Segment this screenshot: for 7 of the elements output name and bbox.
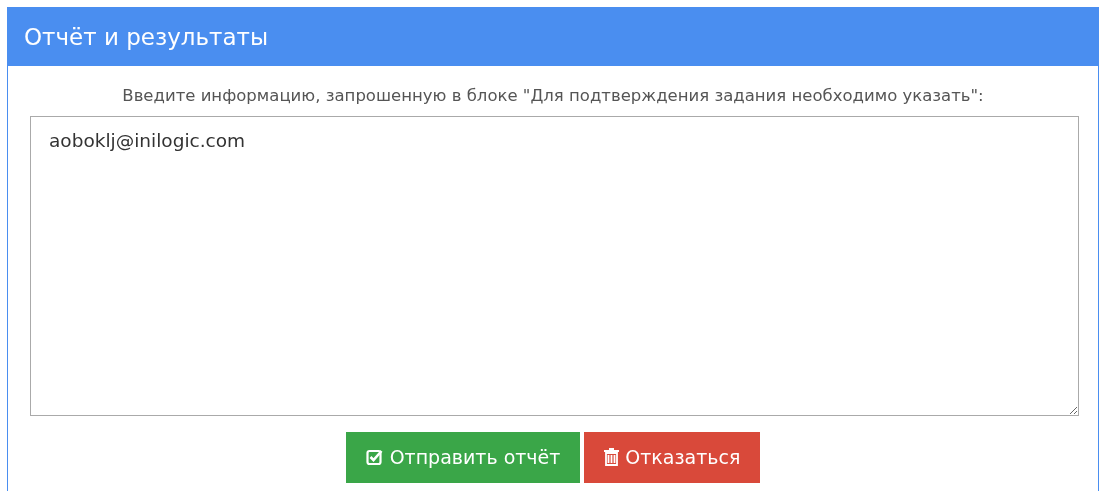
- report-field[interactable]: aoboklj@inilogic.com: [30, 115, 1079, 416]
- submit-button[interactable]: Отправить отчёт: [345, 431, 581, 483]
- trash-icon: [604, 448, 620, 467]
- refuse-button[interactable]: Отказаться: [584, 431, 761, 483]
- panel-title: Отчёт и результаты: [8, 8, 1098, 66]
- instruction-text: Введите информацию, запрошенную в блоке "Для подтверждения задания необходимо указать":: [121, 85, 985, 107]
- checkbox-icon: [365, 448, 384, 467]
